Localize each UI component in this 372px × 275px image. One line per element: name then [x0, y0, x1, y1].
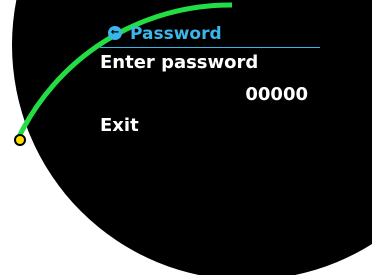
menu-header[interactable]: ← Password	[105, 22, 320, 46]
exit-menu-item[interactable]: Exit	[100, 113, 139, 139]
enter-password-label[interactable]: Enter password	[100, 50, 258, 76]
scroll-position-dot-fill	[16, 136, 24, 144]
password-value[interactable]: 00000	[240, 82, 308, 108]
page-title: Password	[130, 24, 222, 44]
back-arrow-icon[interactable]: ←	[108, 26, 122, 40]
header-divider	[100, 47, 320, 48]
watch-screen: ← Password Enter password 00000 Exit	[0, 0, 372, 275]
